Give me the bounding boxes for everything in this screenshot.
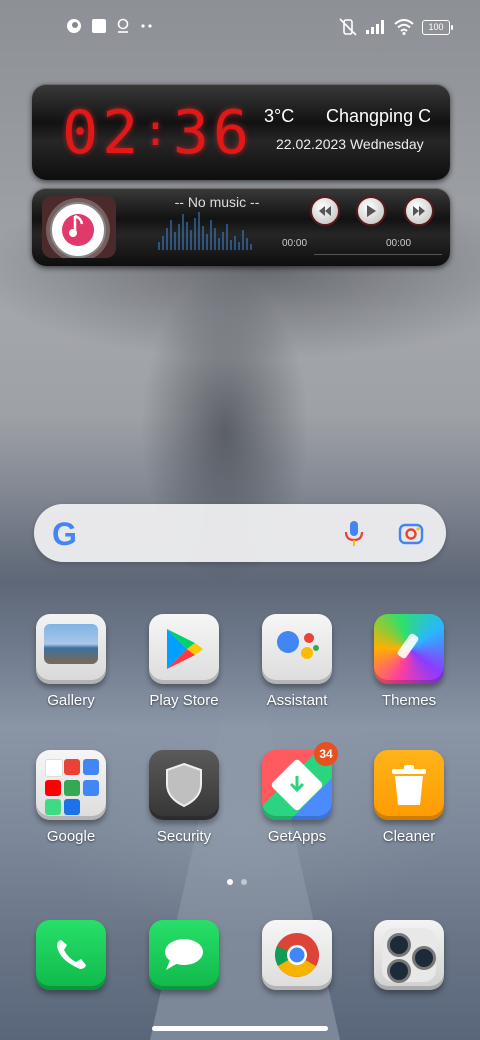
app-notification-icon xyxy=(67,19,81,33)
camera-icon xyxy=(374,920,444,990)
phone-icon xyxy=(36,920,106,990)
track-title: -- No music -- xyxy=(174,194,260,210)
themes-icon xyxy=(374,614,444,684)
clock-separator: : xyxy=(142,105,173,156)
mute-vibrate-icon xyxy=(339,18,357,36)
app-getapps[interactable]: 34 GetApps xyxy=(252,742,342,845)
equalizer-bar xyxy=(174,232,176,250)
notification-badge: 34 xyxy=(314,742,338,766)
next-button[interactable] xyxy=(404,196,434,226)
app-label: Themes xyxy=(381,692,437,709)
app-label: GetApps xyxy=(267,828,327,845)
equalizer-bar xyxy=(222,232,224,250)
square-notification-icon xyxy=(92,19,106,33)
wifi-icon xyxy=(394,19,414,35)
gesture-nav-handle[interactable] xyxy=(152,1026,328,1031)
equalizer-bar xyxy=(250,244,252,250)
app-label: Cleaner xyxy=(382,828,436,845)
page-dot-active xyxy=(227,879,233,885)
app-assistant[interactable]: Assistant xyxy=(252,614,342,709)
app-label: Assistant xyxy=(266,692,328,709)
total-time: 00:00 xyxy=(386,238,412,249)
lens-camera-icon[interactable] xyxy=(398,521,424,545)
clock-hours: 02 xyxy=(62,98,143,168)
music-widget[interactable]: -- No music -- 00:00 00:00 xyxy=(32,188,450,266)
assistant-icon xyxy=(262,614,332,684)
google-folder-icon xyxy=(36,750,106,820)
equalizer-bar xyxy=(186,222,188,250)
equalizer-bar xyxy=(210,220,212,250)
google-search-bar[interactable]: G xyxy=(34,504,446,562)
progress-bar[interactable] xyxy=(314,254,442,255)
location-icon xyxy=(117,18,129,33)
city-name: Changping C xyxy=(326,106,430,126)
equalizer-bar xyxy=(206,234,208,250)
dock-messages[interactable] xyxy=(139,920,229,990)
status-bar: 100 xyxy=(0,0,480,56)
next-icon xyxy=(413,206,425,216)
google-logo-icon: G xyxy=(52,516,77,552)
equalizer-bar xyxy=(226,224,228,250)
album-art[interactable] xyxy=(42,196,116,258)
app-security[interactable]: Security xyxy=(139,750,229,845)
play-store-icon xyxy=(149,614,219,684)
elapsed-time: 00:00 xyxy=(282,238,308,249)
getapps-icon: 34 xyxy=(262,742,338,820)
app-label: Security xyxy=(156,828,212,845)
equalizer-bar xyxy=(166,228,168,250)
equalizer-bar xyxy=(238,242,240,250)
dock-chrome[interactable] xyxy=(252,920,342,990)
equalizer-bar xyxy=(230,240,232,250)
temperature: 3°C xyxy=(264,106,295,126)
equalizer-bar xyxy=(214,228,216,250)
dock-camera[interactable] xyxy=(364,920,454,990)
signal-icon xyxy=(366,20,384,34)
page-dot xyxy=(241,879,247,885)
app-google-folder[interactable]: Google xyxy=(26,750,116,845)
app-play-store[interactable]: Play Store xyxy=(139,614,229,709)
equalizer-bar xyxy=(242,230,244,250)
messages-icon xyxy=(149,920,219,990)
notification-icons xyxy=(66,18,154,34)
battery-indicator: 100 xyxy=(422,19,453,35)
app-cleaner[interactable]: Cleaner xyxy=(364,750,454,845)
chrome-icon xyxy=(262,920,332,990)
security-icon xyxy=(149,750,219,820)
system-icons: 100 xyxy=(338,18,453,36)
music-note-icon xyxy=(69,214,84,237)
equalizer-bar xyxy=(246,238,248,250)
equalizer-bar xyxy=(170,220,172,250)
app-label: Google xyxy=(46,828,96,845)
equalizer-bar xyxy=(182,214,184,250)
equalizer-bar xyxy=(158,242,160,250)
equalizer-bar xyxy=(194,218,196,250)
app-gallery[interactable]: Gallery xyxy=(26,614,116,709)
app-label: Gallery xyxy=(47,692,95,709)
equalizer-bar xyxy=(202,226,204,250)
equalizer-bar xyxy=(198,212,200,250)
equalizer-bar xyxy=(218,238,220,250)
clock-weather-widget[interactable]: 02:36 3°C Changping C 22.02.2023 Wednesd… xyxy=(32,84,450,180)
play-button[interactable] xyxy=(356,196,386,226)
previous-icon xyxy=(319,206,331,216)
app-label: Play Store xyxy=(149,692,219,709)
page-indicator xyxy=(227,879,247,885)
microphone-icon[interactable] xyxy=(344,521,364,547)
cleaner-icon xyxy=(374,750,444,820)
clock-minutes: 36 xyxy=(172,98,253,168)
dock-phone[interactable] xyxy=(26,920,116,990)
app-themes[interactable]: Themes xyxy=(364,614,454,709)
previous-button[interactable] xyxy=(310,196,340,226)
play-icon xyxy=(367,205,376,217)
equalizer-bar xyxy=(234,236,236,250)
equalizer-bar xyxy=(162,236,164,250)
equalizer-bar xyxy=(190,230,192,250)
more-notifications-icon xyxy=(141,24,152,28)
gallery-icon xyxy=(36,614,106,684)
equalizer-visual xyxy=(158,210,252,250)
equalizer-bar xyxy=(178,224,180,250)
clock-time: 02:36 xyxy=(62,98,253,168)
date-text: 22.02.2023 Wednesday xyxy=(276,136,424,152)
